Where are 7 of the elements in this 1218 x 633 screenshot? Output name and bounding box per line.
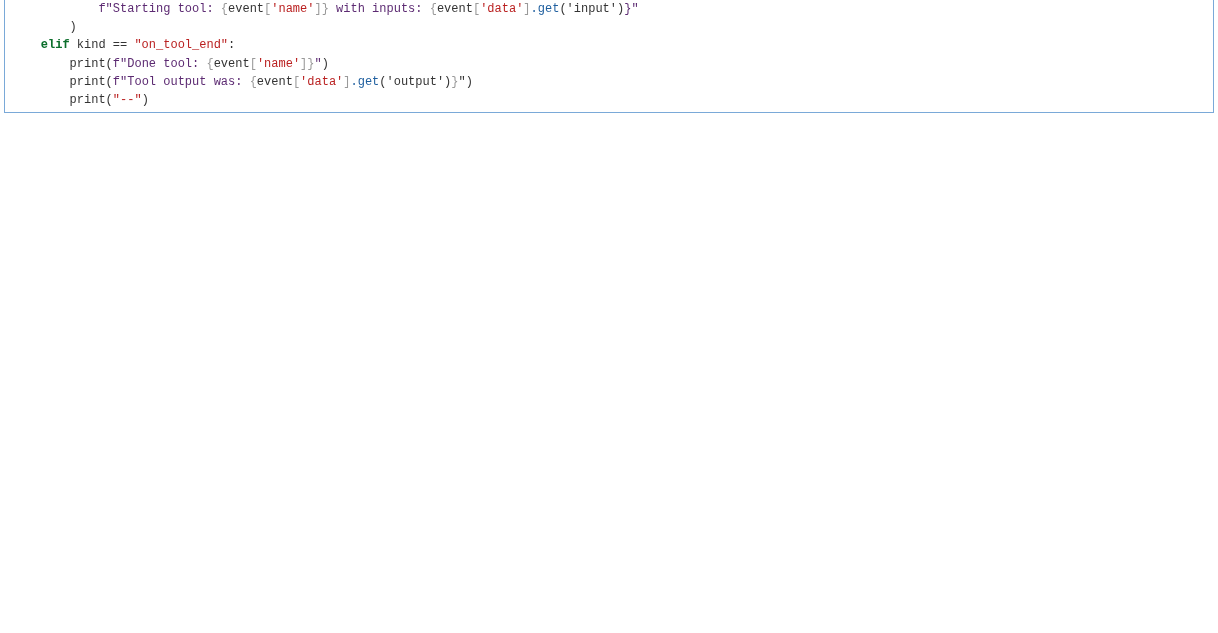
code-cell[interactable] (4, 0, 1214, 114)
code-line: ) (68, 19, 78, 37)
code-line: print(f"Done tool: {event['name']}") (68, 55, 330, 73)
code-line: print(f"Tool output was: {event['data'].get('output')}") (68, 73, 474, 91)
code-line: elif kind == "on_tool_end": (39, 37, 237, 55)
code-line: f"Starting tool: {event['name']} with inputs: {event['data'].get('input')}" (97, 1, 640, 18)
code-line: print("--") (68, 91, 150, 109)
